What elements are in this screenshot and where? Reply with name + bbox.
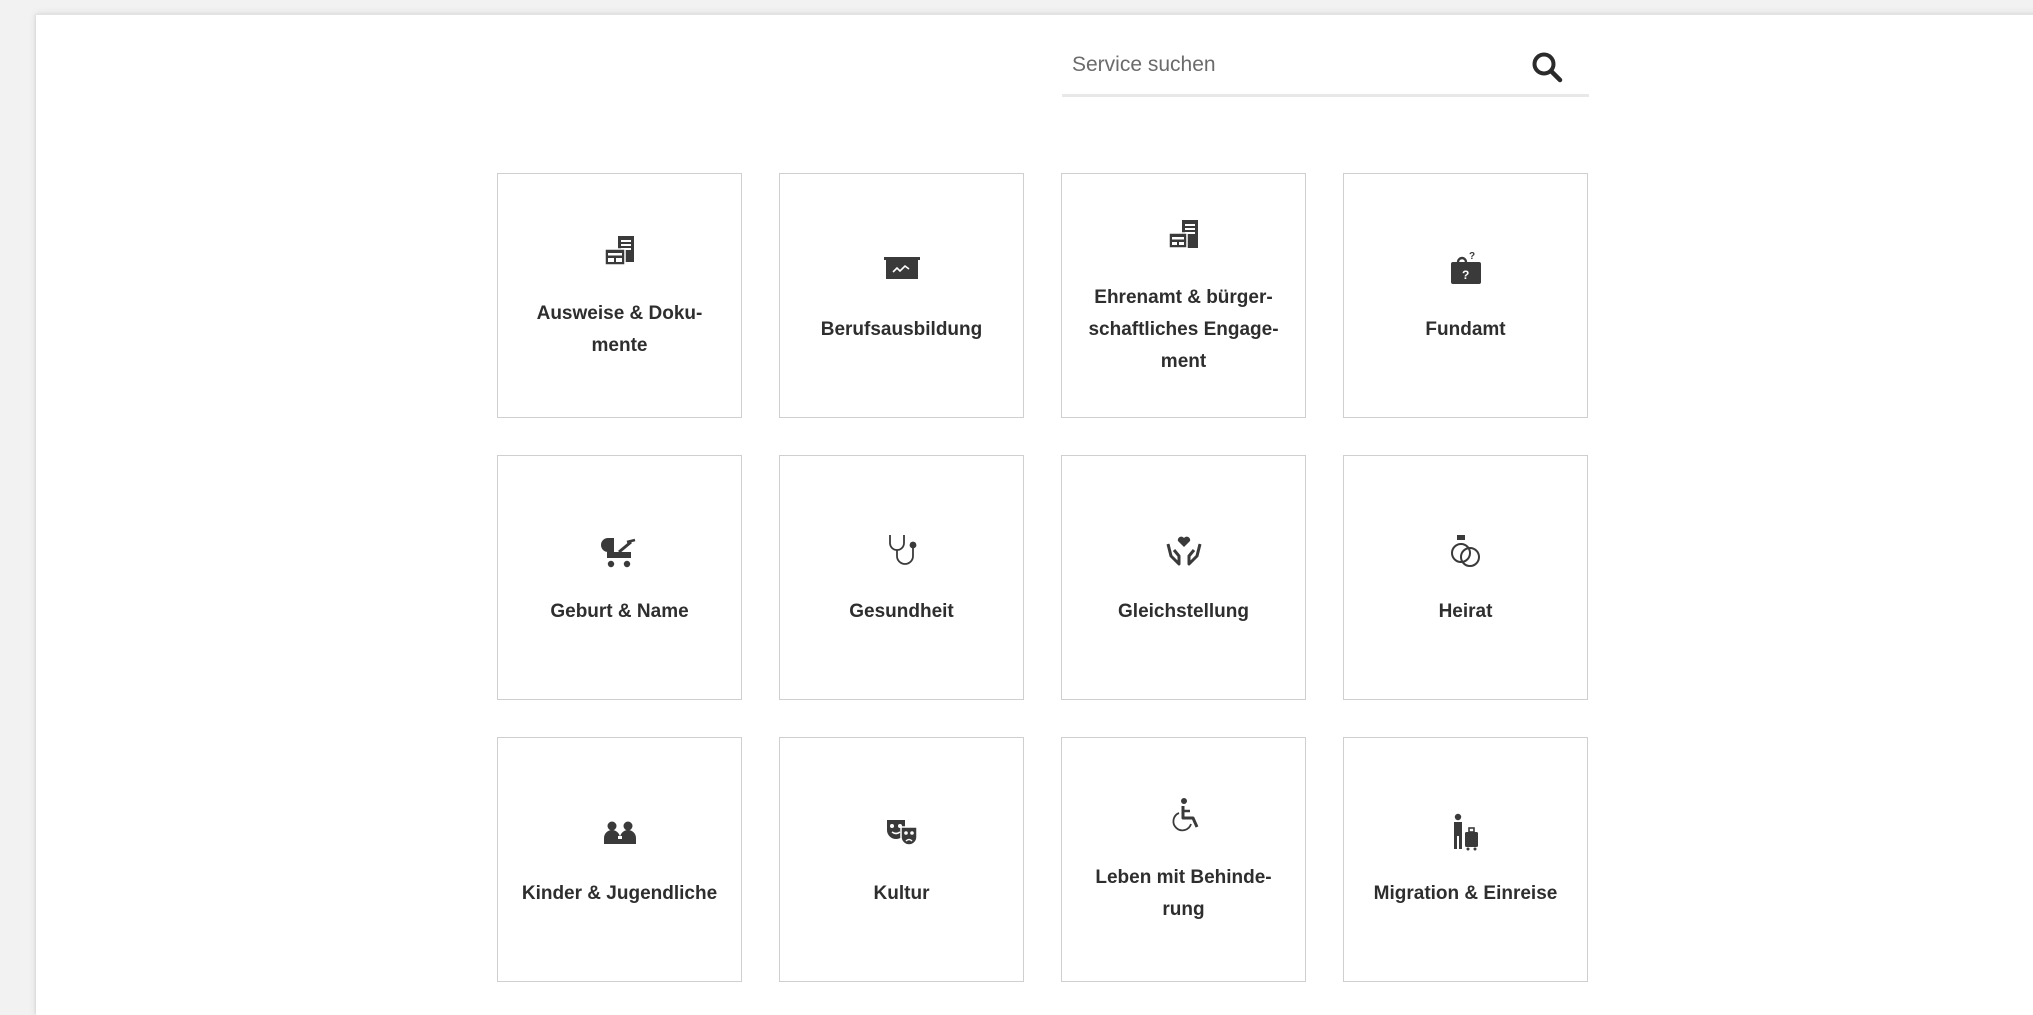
service-tile-ehrenamt[interactable]: Ehrenamt & bürger- schaftliches Engage- … <box>1061 173 1306 418</box>
search-bar <box>1062 36 1589 97</box>
service-tile-gleichstellung[interactable]: Gleichstellung <box>1061 455 1306 700</box>
service-tile-label: Gesundheit <box>849 600 954 622</box>
service-tile-kultur[interactable]: Kultur <box>779 737 1024 982</box>
theater-masks-icon <box>879 810 925 856</box>
service-grid: Ausweise & Doku- mente Berufsausbildung <box>497 173 1588 982</box>
service-tile-label: Ausweise & Doku- mente <box>536 302 703 356</box>
svg-text:?: ? <box>1462 268 1469 282</box>
service-tile-berufsausbildung[interactable]: Berufsausbildung <box>779 173 1024 418</box>
service-tile-label: Gleichstellung <box>1118 600 1249 622</box>
children-icon <box>597 810 643 856</box>
lost-bag-icon: ? ? <box>1443 246 1489 292</box>
service-tile-label: Fundamt <box>1425 318 1506 340</box>
svg-text:?: ? <box>1469 251 1475 262</box>
search-input[interactable] <box>1062 36 1522 94</box>
service-tile-label: Kinder & Jugendliche <box>521 882 718 904</box>
rings-icon <box>1443 528 1489 574</box>
service-tile-fundamt[interactable]: ? ? Fundamt <box>1343 173 1588 418</box>
service-tile-kinder[interactable]: Kinder & Jugendliche <box>497 737 742 982</box>
hands-heart-icon <box>1161 528 1207 574</box>
wheelchair-icon <box>1161 794 1207 840</box>
service-tile-label: Geburt & Name <box>550 600 689 622</box>
documents-icon <box>597 230 643 276</box>
service-tile-gesundheit[interactable]: Gesundheit <box>779 455 1024 700</box>
service-tile-heirat[interactable]: Heirat <box>1343 455 1588 700</box>
service-tile-label: Heirat <box>1438 600 1493 622</box>
service-tile-label: Kultur <box>873 882 930 904</box>
service-tile-label: Ehrenamt & bürger- schaftliches Engage- … <box>1088 286 1279 372</box>
service-tile-label: Berufsausbildung <box>820 318 983 340</box>
service-tile-behinderung[interactable]: Leben mit Behinde- rung <box>1061 737 1306 982</box>
service-tile-geburt[interactable]: Geburt & Name <box>497 455 742 700</box>
stethoscope-icon <box>879 528 925 574</box>
stroller-icon <box>597 528 643 574</box>
service-tile-label: Migration & Einreise <box>1373 882 1558 904</box>
search-button[interactable] <box>1527 47 1567 87</box>
service-tile-ausweise[interactable]: Ausweise & Doku- mente <box>497 173 742 418</box>
service-tile-label: Leben mit Behinde- rung <box>1095 866 1272 920</box>
search-icon <box>1532 52 1563 83</box>
buildings-icon <box>1161 214 1207 260</box>
chalkboard-icon <box>879 246 925 292</box>
traveler-icon <box>1443 810 1489 856</box>
service-tile-migration[interactable]: Migration & Einreise <box>1343 737 1588 982</box>
